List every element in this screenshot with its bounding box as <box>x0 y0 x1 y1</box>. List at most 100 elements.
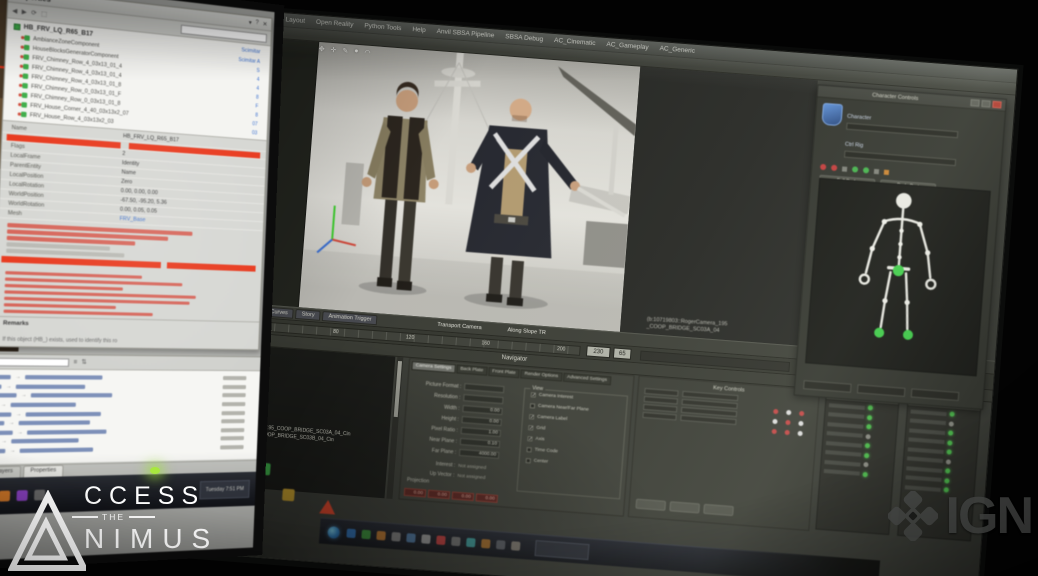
camera-settings-tab[interactable]: Camera Settings <box>411 361 455 373</box>
group-state-dot[interactable] <box>948 431 953 436</box>
value-cell[interactable]: 0.00 <box>428 490 451 500</box>
group-state-dot[interactable] <box>947 440 952 445</box>
end-frame-field[interactable]: 65 <box>613 347 632 359</box>
viewport-tool-icon[interactable]: ✛ <box>330 46 336 54</box>
mapping-row[interactable]: → <box>0 382 260 391</box>
group-state-dot[interactable] <box>864 453 869 458</box>
group-state-dot[interactable] <box>867 415 872 420</box>
navigator-tab[interactable]: Story <box>295 309 321 321</box>
taskbar-app-icon[interactable] <box>481 539 491 549</box>
taskbar-app-icon[interactable] <box>466 538 476 548</box>
menu-item[interactable]: Anvil SBSA Pipeline <box>436 28 494 39</box>
field-value-box[interactable]: 4000.00 <box>459 449 499 459</box>
menu-item[interactable]: SBSA Debug <box>505 33 543 43</box>
filter-input[interactable] <box>0 357 69 366</box>
group-state-dot[interactable] <box>945 469 950 474</box>
group-state-dot[interactable] <box>863 462 868 467</box>
viewport-tool-icon[interactable]: ◠ <box>364 48 371 56</box>
group-state-dot[interactable] <box>863 472 868 477</box>
close-icon[interactable]: ✕ <box>262 20 267 27</box>
char-field[interactable] <box>803 380 852 393</box>
camera-settings-tab[interactable]: Advanced Settings <box>563 373 612 386</box>
maximize-button[interactable] <box>981 100 991 108</box>
current-frame-field[interactable]: 230 <box>586 345 611 358</box>
menu-item[interactable]: AC_Generic <box>659 45 695 55</box>
help-icon[interactable]: ? <box>255 20 258 26</box>
menu-item[interactable]: Help <box>412 26 426 34</box>
perspective-viewport[interactable] <box>299 42 640 332</box>
value-cell[interactable]: 0.00 <box>404 488 427 498</box>
menu-item[interactable]: AC_Gameplay <box>606 41 649 51</box>
menu-item[interactable]: Layout <box>285 16 305 24</box>
menu-item[interactable]: Python Tools <box>364 22 402 32</box>
value-cell[interactable]: 0.00 <box>452 491 475 501</box>
menu-item[interactable]: Open Reality <box>316 19 354 29</box>
right-foot-effector[interactable] <box>903 330 914 341</box>
checkbox[interactable] <box>526 458 531 463</box>
assign-value[interactable]: Not assigned <box>457 473 485 480</box>
close-button[interactable] <box>992 101 1002 109</box>
group-state-dot[interactable] <box>868 405 873 410</box>
taskbar-app-icon[interactable] <box>511 541 521 551</box>
checkbox[interactable] <box>528 425 533 430</box>
taskbar-app-icon[interactable] <box>451 537 461 547</box>
dropdown-icon[interactable]: ▾ <box>249 19 252 26</box>
minimize-button[interactable] <box>970 99 980 107</box>
group-state-dot[interactable] <box>865 443 870 448</box>
taskbar-app-icon[interactable] <box>496 540 506 550</box>
green-state-icon[interactable] <box>852 166 858 172</box>
camera-viewport[interactable]: (b:10719803::RogerCamera_195 _COOP_BRIDG… <box>620 67 818 346</box>
red-state-icon[interactable] <box>831 165 837 171</box>
group-state-dot[interactable] <box>949 412 954 417</box>
assign-value[interactable]: Not assigned <box>458 463 486 470</box>
transport-camera-label[interactable]: Transport Camera <box>437 322 482 331</box>
value-cell[interactable]: 0.00 <box>475 493 498 503</box>
checkbox[interactable] <box>527 436 532 441</box>
camera-settings-tab[interactable]: Back Plate <box>456 364 488 375</box>
group-state-dot[interactable] <box>946 459 951 464</box>
forward-icon[interactable]: ▶ <box>22 8 27 16</box>
group-state-dot[interactable] <box>944 478 949 483</box>
refresh-icon[interactable]: ⟳ <box>31 9 37 17</box>
taskbar-app-icon[interactable] <box>376 531 386 541</box>
orange-toggle[interactable] <box>884 169 889 174</box>
green-state-icon[interactable] <box>863 167 869 173</box>
pin-icon[interactable]: ⬚ <box>41 10 47 18</box>
taskbar-app-icon[interactable] <box>421 534 431 544</box>
back-icon[interactable]: ◀ <box>12 7 17 15</box>
group-state-dot[interactable] <box>865 434 870 439</box>
system-tray[interactable] <box>535 540 590 560</box>
checkbox[interactable] <box>530 403 535 408</box>
menu-item[interactable]: AC_Cinematic <box>554 37 596 47</box>
left-foot-effector[interactable] <box>874 327 885 338</box>
zero-button[interactable] <box>669 501 700 513</box>
red-state-icon[interactable] <box>820 164 826 170</box>
flat-button[interactable] <box>703 504 734 516</box>
sort-icon[interactable]: ⇅ <box>81 359 87 366</box>
key-button[interactable] <box>635 499 666 511</box>
checkbox[interactable] <box>531 392 536 397</box>
start-button[interactable] <box>327 526 340 539</box>
camera-settings-tab[interactable]: Front Plate <box>488 367 520 378</box>
viewport-tool-icon[interactable]: ✥ <box>318 45 324 53</box>
char-field[interactable] <box>857 384 906 397</box>
gray-toggle[interactable] <box>842 166 847 171</box>
taskbar-app-icon[interactable] <box>406 533 416 543</box>
app-icon-gold[interactable] <box>282 488 295 501</box>
camera-settings-tab[interactable]: Render Options <box>520 369 562 381</box>
group-state-dot[interactable] <box>949 421 954 426</box>
gray-toggle[interactable] <box>874 168 879 173</box>
char-field[interactable] <box>911 388 960 401</box>
checkbox[interactable] <box>529 414 534 419</box>
taskbar-app-icon[interactable] <box>361 530 371 540</box>
warning-triangle-icon[interactable] <box>319 499 336 514</box>
list-icon[interactable]: ≡ <box>73 359 77 365</box>
viewport-tool-icon[interactable]: ✎ <box>342 47 348 55</box>
taskbar-app-icon[interactable] <box>391 532 401 542</box>
group-state-dot[interactable] <box>946 450 951 455</box>
take-name-label[interactable]: Along Slope TR <box>507 327 546 336</box>
viewport-tool-icon[interactable]: ● <box>354 48 359 56</box>
taskbar-app-icon[interactable] <box>436 535 446 545</box>
character-representation[interactable] <box>805 178 991 377</box>
group-state-dot[interactable] <box>866 424 871 429</box>
